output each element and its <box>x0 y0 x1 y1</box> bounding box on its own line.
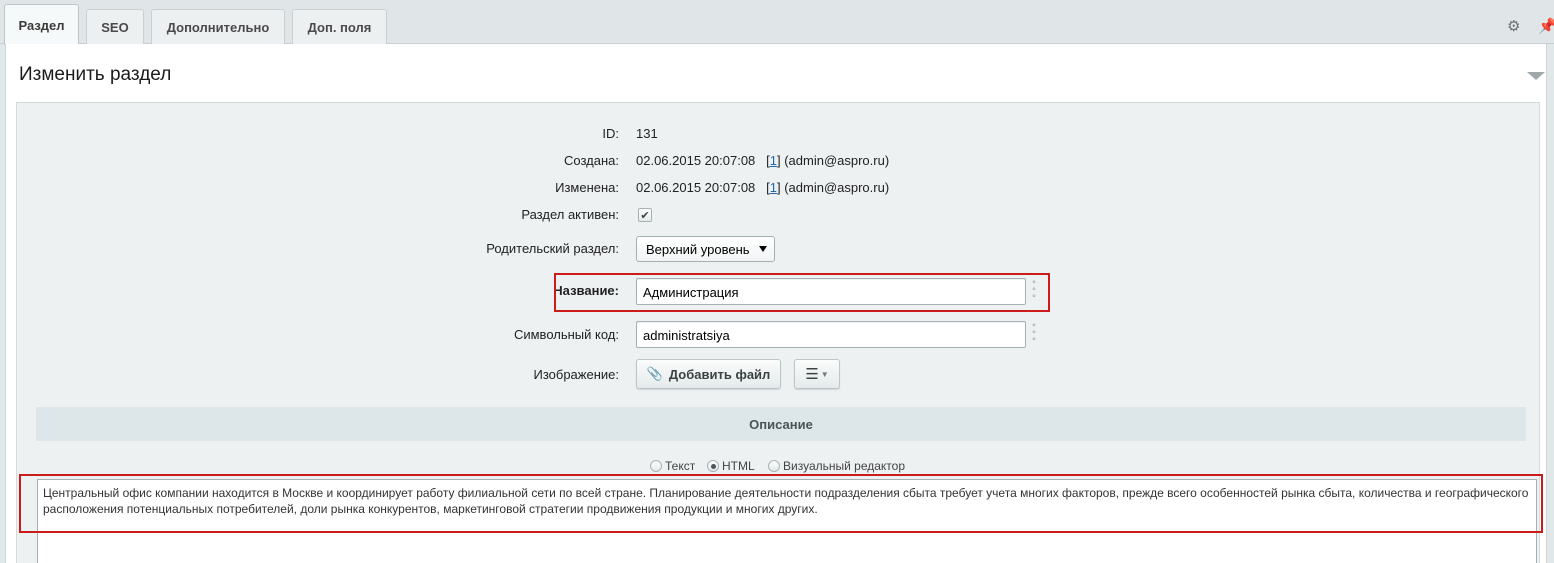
parent-label: Родительский раздел: <box>486 241 619 256</box>
mode-text-option[interactable]: Текст <box>650 459 695 473</box>
tab-section[interactable]: Раздел <box>4 4 79 45</box>
modified-date: 02.06.2015 20:07:08 <box>636 180 756 195</box>
mode-visual-option[interactable]: Визуальный редактор <box>768 459 905 473</box>
mode-html-option[interactable]: HTML <box>707 459 755 473</box>
form-content: ID: 131 Создана: 02.06.2015 20:07:08 [1]… <box>16 102 1540 563</box>
id-value: 131 <box>636 126 658 141</box>
image-label: Изображение: <box>533 367 619 382</box>
modified-label: Изменена: <box>555 180 619 195</box>
tab-bar: Раздел SEO Дополнительно Доп. поля ⚙ 📌 <box>0 0 1554 45</box>
id-label: ID: <box>602 126 619 141</box>
link-chain-icon[interactable]: ᐤᐤᐤ <box>1028 323 1040 347</box>
chevron-down-icon: ▼ <box>820 369 829 379</box>
created-user-link[interactable]: 1 <box>770 153 777 168</box>
modified-value: 02.06.2015 20:07:08 [1] (admin@aspro.ru) <box>636 180 890 195</box>
name-label: Название: <box>553 283 619 298</box>
pin-icon[interactable]: 📌 <box>1538 17 1554 35</box>
menu-button[interactable]: ☰ ▼ <box>794 359 840 389</box>
edit-section-panel: Изменить раздел ID: 131 Создана: 02.06.2… <box>5 44 1547 563</box>
tab-seo[interactable]: SEO <box>86 9 144 45</box>
page-title: Изменить раздел <box>19 64 172 85</box>
active-label: Раздел активен: <box>521 207 619 222</box>
parent-select-value: Верхний уровень <box>646 242 750 257</box>
radio-visual[interactable] <box>768 460 780 472</box>
description-textarea[interactable]: Центральный офис компании находится в Мо… <box>37 479 1537 563</box>
dropdown-caret-icon <box>759 246 767 252</box>
created-label: Создана: <box>564 153 619 168</box>
gear-icon[interactable]: ⚙ <box>1507 17 1520 35</box>
add-file-label: Добавить файл <box>668 366 771 382</box>
parent-select[interactable]: Верхний уровень <box>636 236 775 262</box>
created-user: (admin@aspro.ru) <box>784 153 890 168</box>
modified-user: (admin@aspro.ru) <box>784 180 890 195</box>
tab-extra-fields[interactable]: Доп. поля <box>292 9 387 45</box>
created-date: 02.06.2015 20:07:08 <box>636 153 756 168</box>
add-file-button[interactable]: 📎 Добавить файл <box>636 359 781 389</box>
tab-additional[interactable]: Дополнительно <box>151 9 285 45</box>
radio-text[interactable] <box>650 460 662 472</box>
code-label: Символьный код: <box>513 327 619 342</box>
collapse-arrow-icon[interactable] <box>1527 72 1545 80</box>
radio-html[interactable] <box>707 460 719 472</box>
menu-icon: ☰ <box>805 366 819 383</box>
paperclip-icon: 📎 <box>646 366 663 381</box>
mode-text-label: Текст <box>665 459 696 473</box>
mode-html-label: HTML <box>722 459 755 473</box>
created-value: 02.06.2015 20:07:08 [1] (admin@aspro.ru) <box>636 153 890 168</box>
link-chain-icon[interactable]: ᐤᐤᐤ <box>1028 280 1040 304</box>
description-section-title: Описание <box>36 407 1526 441</box>
active-checkbox[interactable]: ✔ <box>638 208 652 222</box>
mode-visual-label: Визуальный редактор <box>783 459 906 473</box>
code-input[interactable]: administratsiya <box>636 321 1026 348</box>
modified-user-link[interactable]: 1 <box>770 180 777 195</box>
name-input[interactable]: Администрация <box>636 278 1026 305</box>
